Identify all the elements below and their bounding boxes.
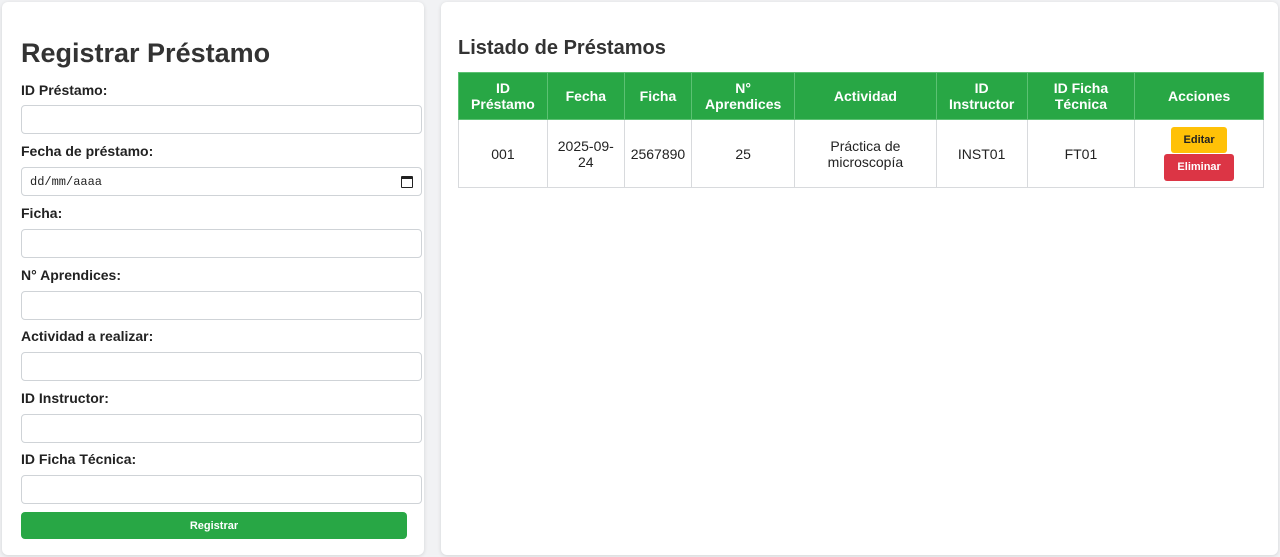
cell-instructor: INST01 <box>935 119 1028 188</box>
cell-id: 001 <box>458 119 548 188</box>
register-loan-panel: Registrar Préstamo ID Préstamo: Fecha de… <box>2 2 424 555</box>
form-title: Registrar Préstamo <box>21 38 271 68</box>
table-row: 001 2025-09-24 2567890 25 Práctica de mi… <box>458 119 1264 188</box>
col-id-instructor: ID Instructor <box>935 72 1028 120</box>
table-header-row: ID Préstamo Fecha Ficha N° Aprendices Ac… <box>458 72 1264 120</box>
cell-actividad: Práctica de microscopía <box>794 119 937 188</box>
cell-aprendices: 25 <box>691 119 796 188</box>
row-actions: Editar Eliminar <box>1141 126 1257 181</box>
loans-table: ID Préstamo Fecha Ficha N° Aprendices Ac… <box>458 72 1264 188</box>
id-ficha-tecnica-input[interactable] <box>21 475 422 504</box>
col-id-ficha-tecnica: ID Ficha Técnica <box>1026 72 1136 120</box>
col-id-prestamo: ID Préstamo <box>458 72 548 120</box>
actividad-label: Actividad a realizar: <box>21 328 154 344</box>
col-aprendices: N° Aprendices <box>691 72 796 120</box>
cell-ficha: 2567890 <box>623 119 693 188</box>
id-ficha-tecnica-label: ID Ficha Técnica: <box>21 451 137 467</box>
id-prestamo-input[interactable] <box>21 105 422 134</box>
id-instructor-label: ID Instructor: <box>21 390 109 406</box>
aprendices-input[interactable] <box>21 291 422 320</box>
aprendices-label: N° Aprendices: <box>21 267 121 283</box>
ficha-label: Ficha: <box>21 205 63 221</box>
fecha-prestamo-label: Fecha de préstamo: <box>21 143 154 159</box>
edit-button[interactable]: Editar <box>1171 126 1228 153</box>
actividad-input[interactable] <box>21 352 422 381</box>
cell-acciones: Editar Eliminar <box>1134 119 1264 188</box>
col-fecha: Fecha <box>546 72 625 120</box>
id-prestamo-label: ID Préstamo: <box>21 82 108 98</box>
col-actividad: Actividad <box>794 72 937 120</box>
list-title: Listado de Préstamos <box>458 37 666 59</box>
col-ficha: Ficha <box>623 72 693 120</box>
calendar-icon[interactable] <box>401 175 413 188</box>
cell-fecha: 2025-09-24 <box>546 119 625 188</box>
delete-button[interactable]: Eliminar <box>1164 153 1235 181</box>
date-placeholder: dd/mm/aaaa <box>30 174 103 189</box>
fecha-prestamo-input[interactable]: dd/mm/aaaa <box>21 167 422 196</box>
loan-list-panel: Listado de Préstamos ID Préstamo Fecha F… <box>441 2 1278 555</box>
register-button[interactable]: Registrar <box>21 512 407 539</box>
col-acciones: Acciones <box>1134 72 1264 120</box>
ficha-input[interactable] <box>21 229 422 258</box>
cell-ficha-tecnica: FT01 <box>1026 119 1136 188</box>
id-instructor-input[interactable] <box>21 414 422 443</box>
